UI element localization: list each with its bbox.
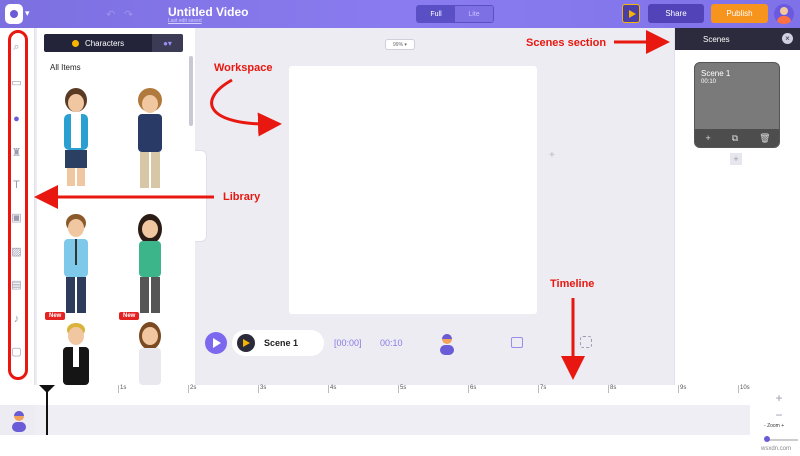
- workspace-annotation: Workspace: [214, 62, 273, 74]
- annotation-arrows: [34, 30, 670, 380]
- library-annotation: Library: [223, 191, 261, 203]
- timeline-annotation: Timeline: [550, 278, 595, 290]
- watermark: wsxdn.com: [761, 446, 792, 452]
- scenes-section-annotation: Scenes section: [526, 37, 607, 49]
- workspace-arrow: [210, 78, 282, 137]
